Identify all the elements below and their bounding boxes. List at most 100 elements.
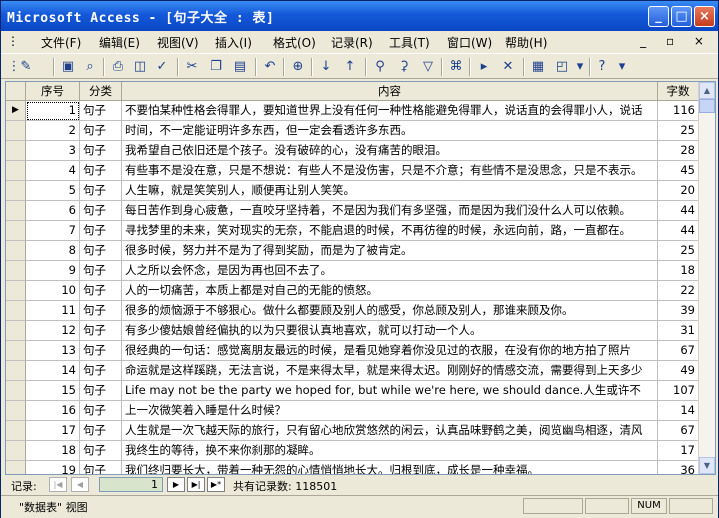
new-record-button[interactable]: ▶* [207,477,225,492]
cell-wordcount[interactable]: 18 [658,261,699,281]
record-selector[interactable] [6,261,26,281]
cell-wordcount[interactable]: 49 [658,361,699,381]
select-all-corner[interactable] [6,82,26,101]
column-header-category[interactable]: 分类 [80,82,122,101]
record-selector[interactable] [6,201,26,221]
record-selector[interactable] [6,221,26,241]
cell-wordcount[interactable]: 31 [658,321,699,341]
hyperlink-icon[interactable]: ⊕ [289,58,307,76]
cell-id[interactable]: 19 [26,461,80,474]
maximize-button[interactable]: □ [671,6,692,27]
cell-category[interactable]: 句子 [80,101,122,121]
undo-icon[interactable]: ↶ [261,58,279,76]
cell-content[interactable]: 时间，不一定能证明许多东西，但一定会看透许多东西。 [122,121,658,141]
cell-id[interactable]: 8 [26,241,80,261]
cell-wordcount[interactable]: 28 [658,141,699,161]
sort-ascending-icon[interactable]: ↓ [317,58,335,76]
table-row[interactable]: 9 句子 人之所以会怀念，是因为再也回不去了。 18 [6,261,699,281]
sort-descending-icon[interactable]: ↑ [341,58,359,76]
cell-category[interactable]: 句子 [80,361,122,381]
mdi-window-controls[interactable]: _ ▫ × [640,34,712,48]
last-record-button[interactable]: ▶| [187,477,205,492]
table-row[interactable]: 6 句子 每日苦作到身心疲惫，一直咬牙坚持着，不是因为我们有多坚强，而是因为我们没什… [6,201,699,221]
column-header-id[interactable]: 序号 [26,82,80,101]
cell-wordcount[interactable]: 45 [658,161,699,181]
search-icon[interactable]: ⌕ [81,58,99,76]
cell-wordcount[interactable]: 116 [658,101,699,121]
cell-wordcount[interactable]: 107 [658,381,699,401]
cell-content[interactable]: 很多的烦恼源于不够狠心。做什么都要顾及别人的感受，你总顾及别人，那谁来顾及你。 [122,301,658,321]
title-bar[interactable]: Microsoft Access - [句子大全 : 表] _ □ × [1,1,718,31]
cell-wordcount[interactable]: 14 [658,401,699,421]
save-icon[interactable]: ▣ [59,58,77,76]
cell-id[interactable]: 12 [26,321,80,341]
cell-content[interactable]: 人之所以会怀念，是因为再也回不去了。 [122,261,658,281]
column-header-content[interactable]: 内容 [122,82,658,101]
table-row[interactable]: 14 句子 命运就是这样蹊跷，无法言说，不是来得太早，就是来得太迟。刚刚好的情感交流… [6,361,699,381]
cell-id[interactable]: 9 [26,261,80,281]
database-window-icon[interactable]: ▦ [529,58,547,76]
print-icon[interactable]: ⎙ [109,58,127,76]
cell-category[interactable]: 句子 [80,161,122,181]
cell-content[interactable]: 我们终归要长大，带着一种无怨的心情悄悄地长大。归根到底，成长是一种幸福。 [122,461,658,474]
cell-category[interactable]: 句子 [80,461,122,474]
scroll-up-icon[interactable]: ▲ [699,82,715,99]
table-row[interactable]: 10 句子 人的一切痛苦，本质上都是对自己的无能的愤怒。 22 [6,281,699,301]
table-row[interactable]: 16 句子 上一次微笑着入睡是什么时候？ 14 [6,401,699,421]
new-object-icon[interactable]: ◰ [553,58,571,76]
record-selector[interactable] [6,421,26,441]
table-row[interactable]: 13 句子 很经典的一句话：感觉离朋友最远的时候，是看见她穿着你没见过的衣服，在没有… [6,341,699,361]
cell-content[interactable]: 人的一切痛苦，本质上都是对自己的无能的愤怒。 [122,281,658,301]
record-selector[interactable] [6,441,26,461]
cell-content[interactable]: 有些事不是没在意，只是不想说：有些人不是没伤害，只是不介意；有些情不是没思念，只… [122,161,658,181]
cell-id[interactable]: 16 [26,401,80,421]
previous-record-button[interactable]: ◀ [71,477,89,492]
table-row[interactable]: 19 句子 我们终归要长大，带着一种无怨的心情悄悄地长大。归根到底，成长是一种幸福。… [6,461,699,474]
menu-help[interactable]: 帮助(H) [505,34,547,51]
cell-category[interactable]: 句子 [80,201,122,221]
cell-wordcount[interactable]: 25 [658,121,699,141]
menu-insert[interactable]: 插入(I) [215,34,252,51]
table-row[interactable]: 4 句子 有些事不是没在意，只是不想说：有些人不是没伤害，只是不介意；有些情不是没思… [6,161,699,181]
cell-wordcount[interactable]: 22 [658,281,699,301]
filter-by-selection-icon[interactable]: ⚲ [371,58,389,76]
cell-id[interactable]: 4 [26,161,80,181]
first-record-button[interactable]: |◀ [49,477,67,492]
cell-wordcount[interactable]: 67 [658,421,699,441]
cell-content[interactable]: 寻找梦里的未来，笑对现实的无奈，不能启退的时候，不再彷徨的时候，永远向前，路，一… [122,221,658,241]
cell-wordcount[interactable]: 67 [658,341,699,361]
table-row[interactable]: 3 句子 我希望自己依旧还是个孩子。没有破碎的心，没有痛苦的眼泪。 28 [6,141,699,161]
column-header-wordcount[interactable]: 字数 [658,82,699,101]
cell-category[interactable]: 句子 [80,281,122,301]
cell-id[interactable]: 18 [26,441,80,461]
delete-record-icon[interactable]: ✕ [499,58,517,76]
current-record-indicator-icon[interactable]: ▶ [6,101,26,121]
apply-filter-icon[interactable]: ▽ [419,58,437,76]
table-row[interactable]: 17 句子 人生就是一次飞越天际的旅行，只有留心地欣赏悠然的闲云，认真品味野鹤之美，… [6,421,699,441]
copy-icon[interactable]: ❐ [207,58,225,76]
spelling-icon[interactable]: ✓ [153,58,171,76]
table-row[interactable]: 5 句子 人生嘛，就是笑笑别人，顺便再让别人笑笑。 20 [6,181,699,201]
menu-format[interactable]: 格式(O) [273,34,316,51]
record-selector[interactable] [6,121,26,141]
cell-category[interactable]: 句子 [80,221,122,241]
cell-content[interactable]: 不要怕某种性格会得罪人，要知道世界上没有任何一种性格能避免得罪人，说话直的会得罪… [122,101,658,121]
cell-content[interactable]: 很多时候，努力并不是为了得到奖励，而是为了被肯定。 [122,241,658,261]
table-row[interactable]: 11 句子 很多的烦恼源于不够狠心。做什么都要顾及别人的感受，你总顾及别人，那谁来顾… [6,301,699,321]
cell-category[interactable]: 句子 [80,441,122,461]
record-selector[interactable] [6,301,26,321]
record-selector[interactable] [6,241,26,261]
menu-file[interactable]: 文件(F) [41,34,81,51]
record-selector[interactable] [6,461,26,474]
record-selector[interactable] [6,141,26,161]
cell-category[interactable]: 句子 [80,321,122,341]
cell-wordcount[interactable]: 17 [658,441,699,461]
cell-category[interactable]: 句子 [80,241,122,261]
cell-id[interactable]: 13 [26,341,80,361]
design-view-icon[interactable]: ✎ [17,58,35,76]
find-icon[interactable]: ⌘ [447,58,465,76]
record-selector[interactable] [6,321,26,341]
table-row[interactable]: 12 句子 有多少傻姑娘曾经偏执的以为只要很认真地喜欢，就可以打动一个人。 31 [6,321,699,341]
cell-id[interactable]: 15 [26,381,80,401]
cell-content[interactable]: 命运就是这样蹊跷，无法言说，不是来得太早，就是来得太迟。刚刚好的情感交流，需要得… [122,361,658,381]
